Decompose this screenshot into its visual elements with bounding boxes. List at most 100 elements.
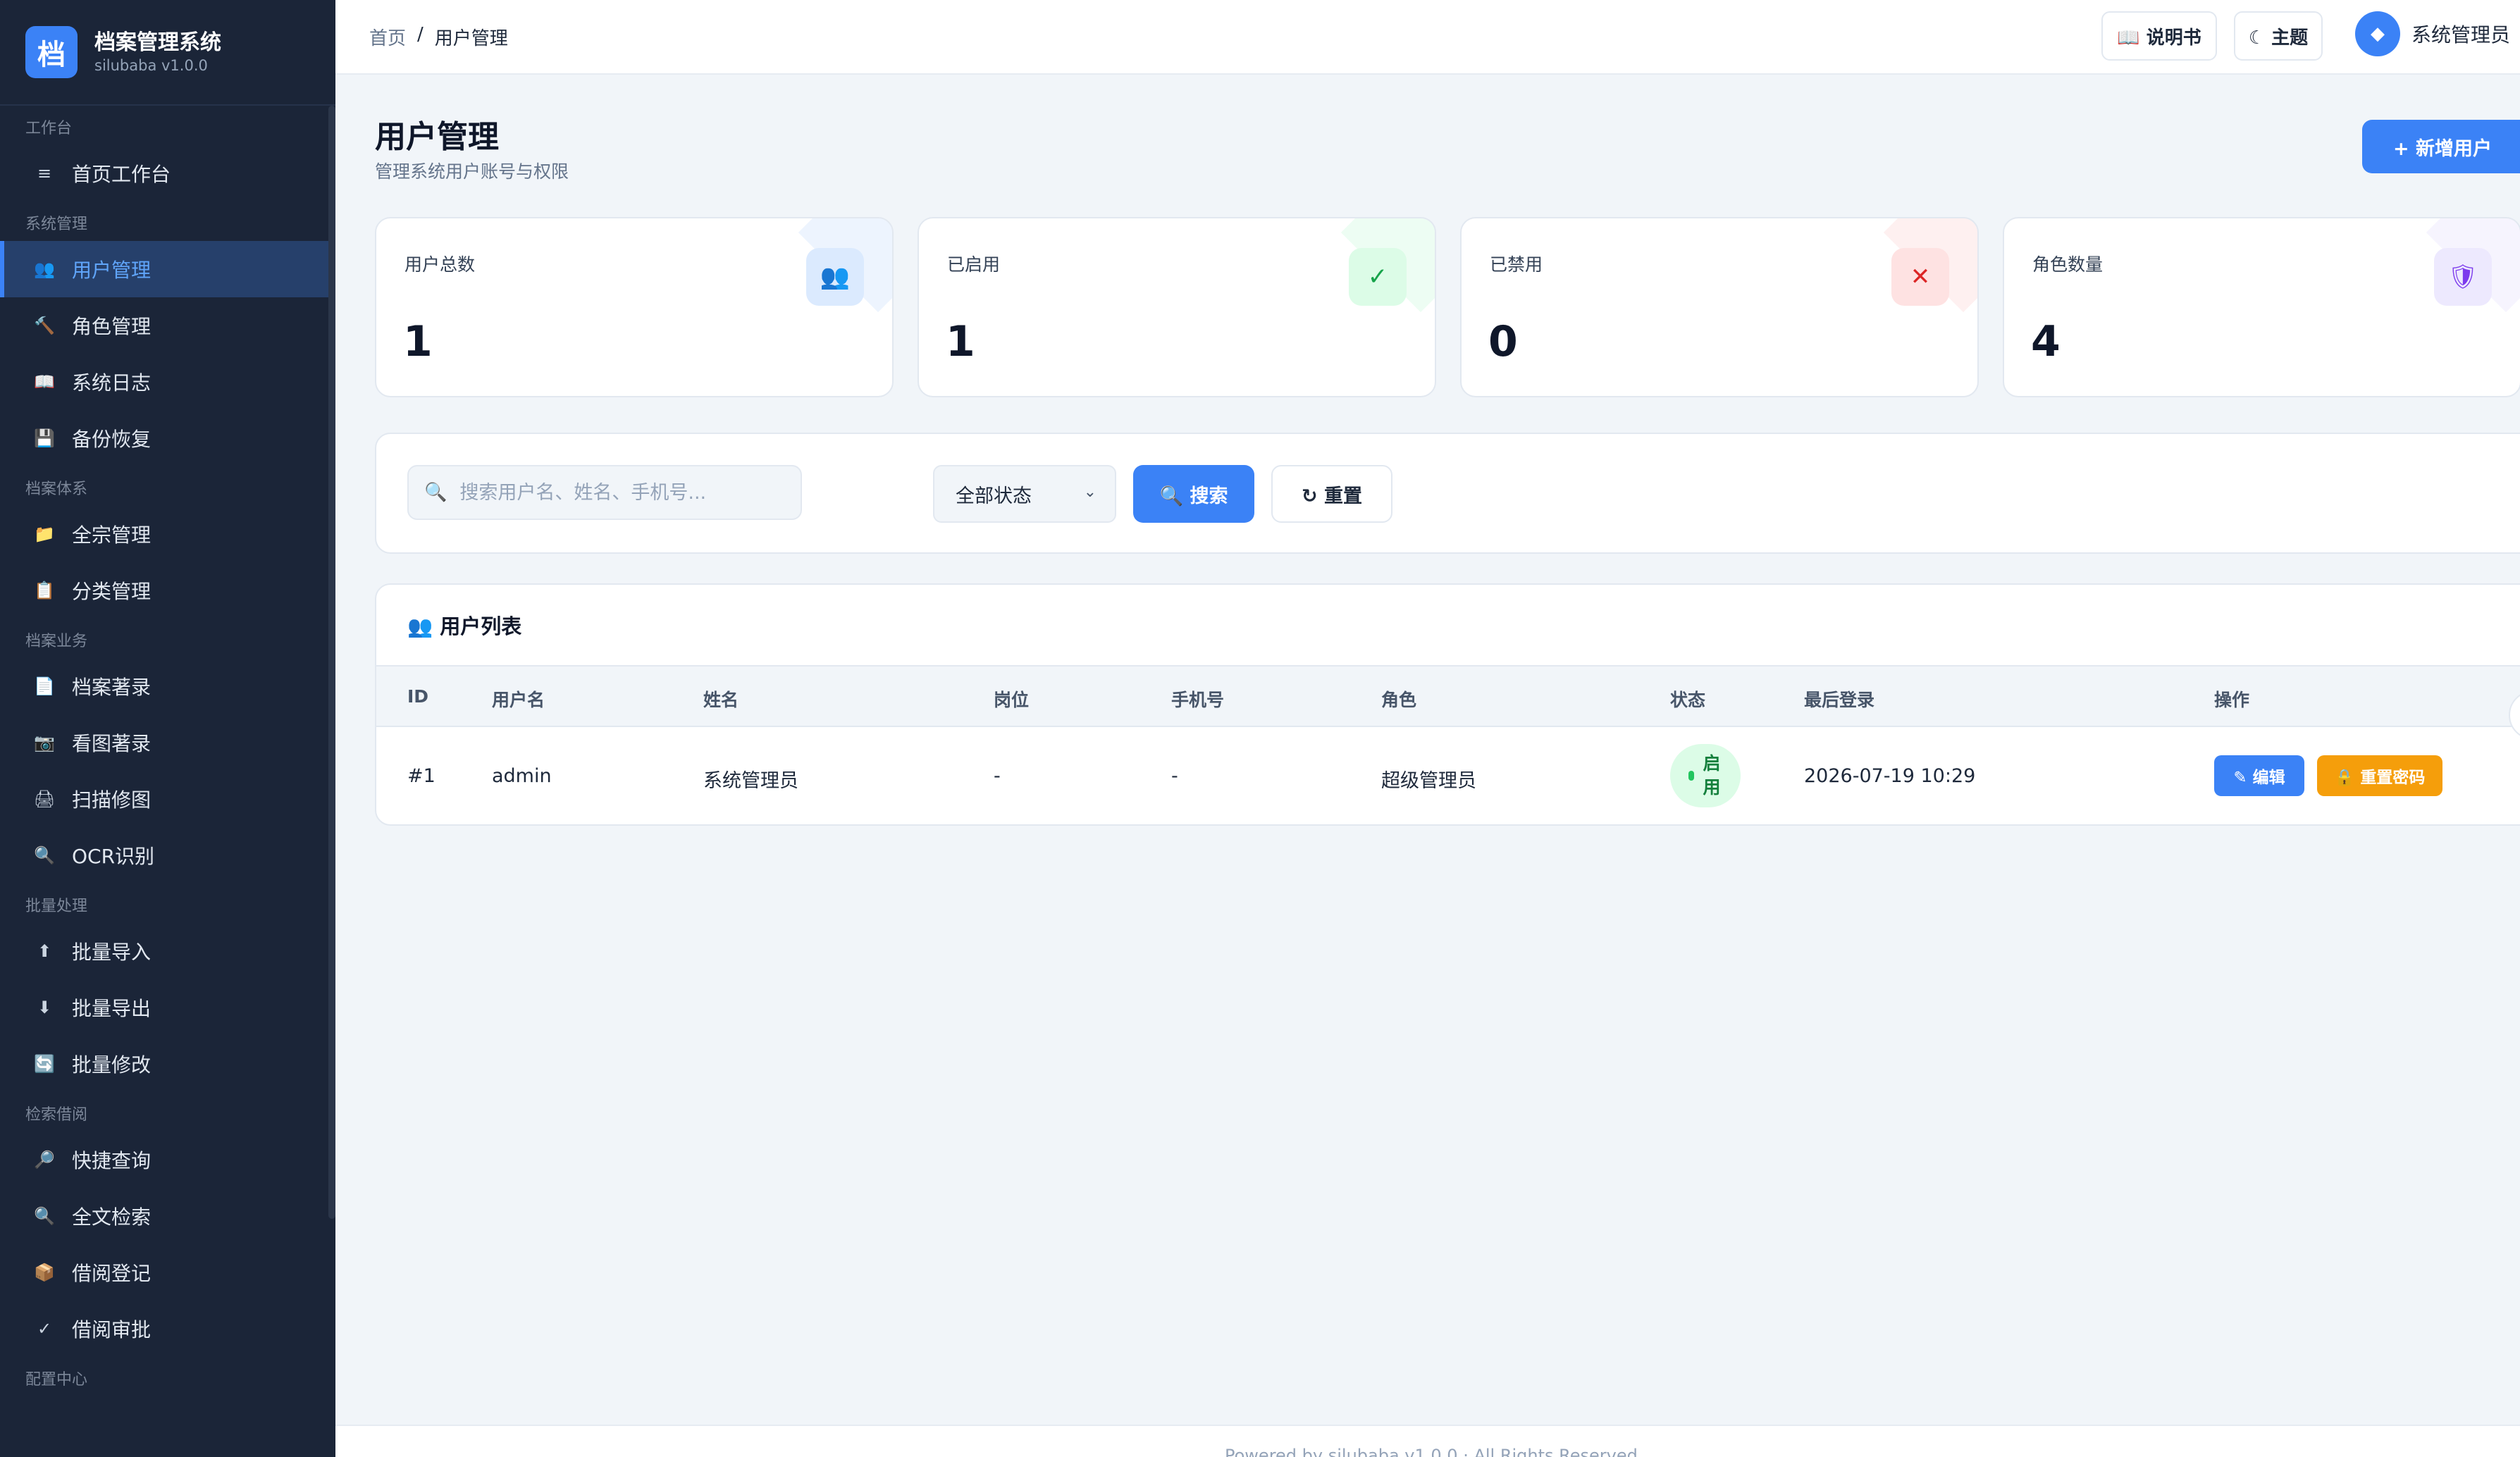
sidebar-item-label: 看图著录 [72, 732, 152, 755]
sidebar-item[interactable]: ≡ 首页工作台 [0, 145, 335, 202]
cell-role: 超级管理员 [1381, 770, 1476, 792]
sidebar-item[interactable]: 👥 用户管理 [0, 241, 335, 297]
sidebar-item-icon: 💾 [34, 428, 55, 448]
sidebar-item-label: 批量导入 [72, 941, 152, 964]
sidebar-item[interactable]: 🔍 全文检索 [0, 1188, 335, 1244]
sidebar-item[interactable]: 🔨 角色管理 [0, 297, 335, 354]
status-dot-icon [1688, 771, 1694, 781]
sidebar-item[interactable]: 📄 档案著录 [0, 658, 335, 714]
theme-button[interactable]: ☾ 主题 [2234, 11, 2323, 61]
stat-icon: 👥 [806, 248, 864, 306]
sidebar-item[interactable]: 🔍 OCR识别 [0, 827, 335, 884]
status-badge: 启用 [1670, 744, 1741, 807]
breadcrumb-separator: / [417, 23, 424, 45]
footer: Powered by silubaba v1.0.0 · All Rights … [335, 1425, 2520, 1457]
sidebar: 档 档案管理系统 silubaba v1.0.0 工作台 ≡ 首页工作台 系统管理 👥 用… [0, 0, 335, 1457]
stat-value: 4 [2031, 317, 2061, 366]
sidebar-item[interactable]: 📋 分类管理 [0, 562, 335, 619]
sidebar-item[interactable]: 📷 看图著录 [0, 714, 335, 771]
breadcrumb: 首页 / 用户管理 [369, 24, 508, 50]
sidebar-item[interactable]: 🔎 快捷查询 [0, 1132, 335, 1188]
sidebar-item-icon: 📷 [34, 733, 55, 752]
app-title: 档案管理系统 [94, 30, 221, 55]
sidebar-item[interactable]: 🖨 扫描修图 [0, 771, 335, 827]
stat-value: 1 [403, 317, 433, 366]
user-avatar: ◆ [2355, 11, 2400, 56]
cell-last-login: 2026-07-19 10:29 [1804, 765, 1976, 787]
cell-position: - [994, 765, 1001, 787]
sidebar-item-label: 借阅登记 [72, 1262, 152, 1285]
filter-card: 🔍 全部状态 ⌄ 🔍 搜索 ↻ 重置 [375, 433, 2520, 554]
column-header: 手机号 [1171, 690, 1225, 710]
sidebar-item[interactable]: ⬆ 批量导入 [0, 923, 335, 979]
column-header: 操作 [2214, 690, 2250, 710]
stat-card: 用户总数 1 👥 [375, 217, 894, 397]
stat-label: 角色数量 [2032, 254, 2104, 275]
sidebar-item-icon: 📄 [34, 676, 55, 696]
sidebar-item-icon: 🔎 [34, 1150, 55, 1170]
app-logo: 档 [25, 26, 78, 78]
sidebar-item[interactable]: 📁 全宗管理 [0, 506, 335, 562]
column-header: ID [407, 686, 429, 707]
search-input[interactable] [459, 481, 784, 504]
user-name: 系统管理员 [2411, 23, 2511, 46]
sidebar-item-label: 备份恢复 [72, 428, 152, 451]
edit-button[interactable]: ✎ 编辑 [2214, 755, 2304, 796]
breadcrumb-current: 用户管理 [434, 27, 508, 49]
manual-button[interactable]: 📖 说明书 [2101, 11, 2217, 61]
stat-card: 已禁用 0 ✕ [1460, 217, 1979, 397]
stat-label: 用户总数 [404, 254, 476, 275]
cell-username: admin [492, 765, 552, 787]
sidebar-item-label: 角色管理 [72, 315, 152, 338]
sidebar-item-label: 扫描修图 [72, 788, 152, 812]
table-row: #1 admin 系统管理员 - - 超级管理员 启用 2026-07-19 1… [376, 727, 2520, 824]
sidebar-scrollbar[interactable] [328, 106, 335, 1219]
sidebar-item-label: 批量修改 [72, 1053, 152, 1077]
sidebar-item-icon: ≡ [37, 163, 52, 183]
sidebar-item[interactable]: 💾 备份恢复 [0, 410, 335, 466]
column-header: 最后登录 [1804, 690, 1875, 710]
sidebar-section-title: 工作台 [25, 120, 73, 137]
sidebar-section-title: 检索借阅 [25, 1106, 88, 1124]
stat-label: 已启用 [947, 254, 1001, 275]
sidebar-item[interactable]: 📦 借阅登记 [0, 1244, 335, 1301]
status-select-value: 全部状态 [956, 485, 1032, 507]
sidebar-item[interactable]: ⬇ 批量导出 [0, 979, 335, 1036]
sidebar-nav: 工作台 ≡ 首页工作台系统管理 👥 用户管理 🔨 角色管理 📖 系统日志 💾 备份恢复档案体系 📁 全宗… [0, 113, 335, 1396]
user-table-card: 👥 用户列表 ID 用户名 姓名 岗位 手机号 角色 状态 最后登录 操作 #1 admin 系… [375, 583, 2520, 826]
sidebar-item-icon: 📋 [34, 581, 55, 600]
sidebar-item[interactable]: 🔄 批量修改 [0, 1036, 335, 1092]
sidebar-section-title: 系统管理 [25, 216, 88, 233]
search-box[interactable]: 🔍 [407, 465, 802, 520]
sidebar-item-icon: 🔍 [34, 845, 55, 865]
breadcrumb-home[interactable]: 首页 [369, 24, 406, 50]
footer-text: Powered by silubaba v1.0.0 · All Rights … [1225, 1446, 1638, 1457]
add-user-button[interactable]: + 新增用户 [2362, 120, 2520, 173]
sidebar-item-label: 档案著录 [72, 676, 152, 699]
sidebar-section-title: 档案体系 [25, 480, 88, 498]
cell-phone: - [1171, 765, 1178, 787]
page-subtitle: 管理系统用户账号与权限 [375, 161, 569, 182]
sidebar-item-icon: ✓ [37, 1319, 52, 1339]
sidebar-item-icon: 🔍 [34, 1206, 55, 1226]
sidebar-item-label: 系统日志 [72, 371, 152, 395]
search-button[interactable]: 🔍 搜索 [1133, 465, 1254, 523]
stat-icon: ✕ [1891, 248, 1949, 306]
sidebar-item-label: OCR识别 [72, 845, 155, 868]
sidebar-item-label: 首页工作台 [72, 163, 171, 186]
user-menu[interactable]: ◆ 系统管理员 [2355, 11, 2510, 56]
search-icon: 🔍 [424, 482, 447, 503]
reset-password-button[interactable]: 🔒 重置密码 [2317, 755, 2442, 796]
sidebar-item-icon: 📁 [34, 524, 55, 544]
stat-card: 角色数量 4 🛡 [2003, 217, 2520, 397]
reset-button[interactable]: ↻ 重置 [1271, 465, 1392, 523]
sidebar-item[interactable]: ✓ 借阅审批 [0, 1301, 335, 1357]
sidebar-section-title: 批量处理 [25, 898, 88, 915]
sidebar-item-label: 全文检索 [72, 1205, 152, 1229]
sidebar-item-icon: 🔨 [34, 316, 55, 335]
stat-value: 1 [946, 317, 975, 366]
stat-icon: 🛡 [2434, 248, 2492, 306]
status-select[interactable]: 全部状态 ⌄ [933, 465, 1116, 523]
sidebar-item[interactable]: 📖 系统日志 [0, 354, 335, 410]
column-header: 角色 [1381, 690, 1417, 710]
